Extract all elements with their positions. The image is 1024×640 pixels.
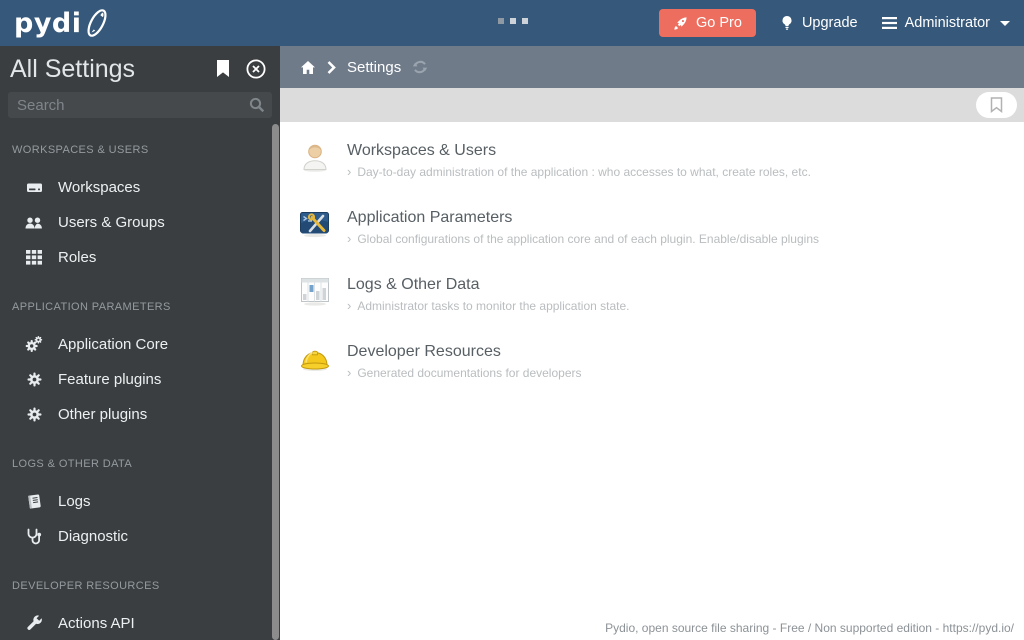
sidebar-item-label: Actions API	[58, 615, 135, 632]
user-avatar-icon	[298, 140, 332, 174]
lightbulb-icon	[780, 15, 794, 31]
category-title: Workspaces & Users	[347, 142, 497, 159]
cogs-icon	[25, 336, 43, 353]
go-pro-button[interactable]: Go Pro	[659, 9, 756, 37]
hard-hat-icon	[298, 341, 332, 375]
sidebar-item-label: Roles	[58, 249, 97, 266]
bookmark-icon[interactable]	[216, 60, 230, 78]
sidebar-item-label: Diagnostic	[58, 528, 129, 545]
section-label: LOGS & OTHER DATA	[12, 458, 133, 470]
bookmark-page-button[interactable]	[976, 92, 1017, 118]
search-input[interactable]	[8, 92, 272, 118]
hdd-icon	[25, 179, 43, 196]
section-label: WORKSPACES & USERS	[12, 144, 149, 156]
sidebar-section-workspaces-users: WORKSPACES & USERS Workspaces Users & Gr…	[0, 144, 280, 275]
sidebar-header: All Settings	[0, 46, 280, 84]
user-menu[interactable]: Administrator	[881, 15, 1010, 31]
settings-sidebar: All Settings Search WORKSPACES & USERS W…	[0, 46, 280, 640]
sidebar-item-workspaces[interactable]: Workspaces	[0, 170, 280, 205]
user-menu-label: Administrator	[904, 15, 990, 31]
book-icon	[25, 493, 43, 510]
footer-edition-note: Pydio, open source file sharing - Free /…	[605, 621, 1014, 635]
section-label: DEVELOPER RESOURCES	[12, 580, 160, 592]
sidebar-item-logs[interactable]: Logs	[0, 484, 280, 519]
close-icon[interactable]	[246, 59, 266, 79]
sidebar-section-application-parameters: APPLICATION PARAMETERS Application Core …	[0, 301, 280, 432]
chevron-icon: ›	[347, 298, 352, 313]
sidebar-item-label: Users & Groups	[58, 214, 165, 231]
rocket-icon	[673, 16, 688, 31]
sidebar-title: All Settings	[10, 55, 136, 83]
menu-dots-handle[interactable]	[498, 18, 528, 24]
category-title: Application Parameters	[347, 209, 513, 226]
wrench-icon	[25, 615, 43, 632]
sidebar-item-label: Feature plugins	[58, 371, 162, 388]
go-pro-label: Go Pro	[696, 15, 742, 31]
cog-icon	[25, 406, 43, 423]
hamburger-icon	[881, 17, 897, 29]
category-description: › Global configurations of the applicati…	[347, 231, 819, 246]
grid-icon	[25, 250, 43, 265]
stethoscope-icon	[25, 528, 43, 545]
sidebar-scrollbar[interactable]	[272, 124, 279, 640]
users-icon	[25, 215, 43, 231]
category-logs-other-data[interactable]: Logs & Other Data › Administrator tasks …	[298, 274, 1004, 313]
main-content: Settings Workspaces & Users › Day-to-day…	[280, 46, 1024, 640]
search-icon	[249, 97, 265, 118]
category-application-parameters[interactable]: Application Parameters › Global configur…	[298, 207, 1004, 246]
sidebar-item-label: Workspaces	[58, 179, 141, 196]
chevron-right-icon	[327, 60, 336, 74]
chevron-icon: ›	[347, 231, 352, 246]
category-workspaces-users[interactable]: Workspaces & Users › Day-to-day administ…	[298, 140, 1004, 179]
sidebar-item-diagnostic[interactable]: Diagnostic	[0, 519, 280, 554]
terminal-tools-icon	[298, 207, 332, 241]
pydio-logo[interactable]: pydi	[14, 5, 112, 41]
pydio-logo-text: pydi	[14, 7, 82, 39]
sidebar-item-roles[interactable]: Roles	[0, 240, 280, 275]
category-description: › Administrator tasks to monitor the app…	[347, 298, 630, 313]
content-toolbar	[280, 88, 1024, 122]
chevron-down-icon	[1000, 20, 1010, 26]
refresh-icon[interactable]	[412, 59, 428, 75]
category-title: Developer Resources	[347, 343, 501, 360]
home-icon[interactable]	[300, 60, 316, 75]
upgrade-label: Upgrade	[801, 15, 858, 31]
category-developer-resources[interactable]: Developer Resources › Generated document…	[298, 341, 1004, 380]
chevron-icon: ›	[347, 365, 352, 380]
breadcrumb: Settings	[280, 46, 1024, 88]
topbar: pydi Go Pro Upgrade Administrator	[0, 0, 1024, 46]
sidebar-item-label: Logs	[58, 493, 91, 510]
sidebar-section-logs-other-data: LOGS & OTHER DATA Logs Diagnostic	[0, 458, 280, 554]
topbar-right: Go Pro Upgrade Administrator	[659, 9, 1010, 37]
sidebar-item-label: Other plugins	[58, 406, 148, 423]
sidebar-item-feature-plugins[interactable]: Feature plugins	[0, 362, 280, 397]
sidebar-item-other-plugins[interactable]: Other plugins	[0, 397, 280, 432]
category-description: › Generated documentations for developer…	[347, 365, 582, 380]
category-description: › Day-to-day administration of the appli…	[347, 164, 811, 179]
bar-chart-icon	[298, 274, 332, 308]
sidebar-item-label: Application Core	[58, 336, 169, 353]
sidebar-item-application-core[interactable]: Application Core	[0, 327, 280, 362]
sidebar-nav: WORKSPACES & USERS Workspaces Users & Gr…	[0, 144, 280, 640]
settings-categories: Workspaces & Users › Day-to-day administ…	[280, 122, 1024, 380]
cog-icon	[25, 371, 43, 388]
upgrade-link[interactable]: Upgrade	[780, 15, 858, 31]
pydio-rocket-icon	[82, 5, 112, 41]
category-title: Logs & Other Data	[347, 276, 480, 293]
sidebar-item-users-groups[interactable]: Users & Groups	[0, 205, 280, 240]
chevron-icon: ›	[347, 164, 352, 179]
breadcrumb-page-label: Settings	[347, 58, 402, 76]
section-label: APPLICATION PARAMETERS	[12, 301, 171, 313]
sidebar-item-actions-api[interactable]: Actions API	[0, 606, 280, 640]
sidebar-search	[8, 92, 272, 118]
sidebar-section-developer-resources: DEVELOPER RESOURCES Actions API Hooks De…	[0, 580, 280, 640]
